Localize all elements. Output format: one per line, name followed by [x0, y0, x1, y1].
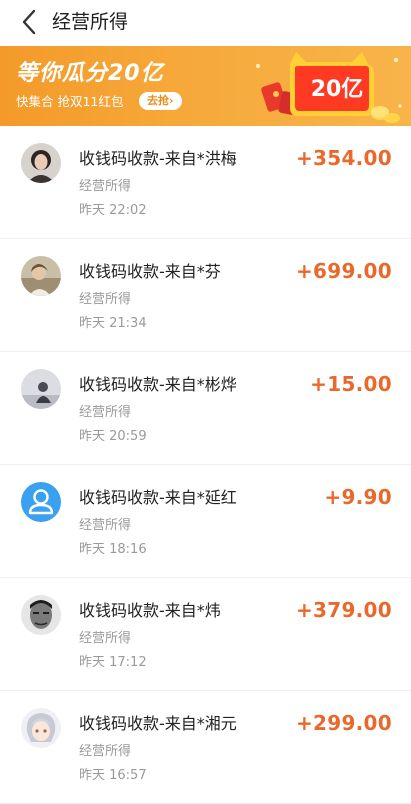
transaction-row[interactable]: 收钱码收款-来自*彬烨 经营所得 昨天 20:59 +15.00: [0, 352, 411, 465]
transaction-amount: +15.00: [310, 372, 392, 396]
transaction-time: 昨天 16:57: [79, 768, 147, 783]
transaction-amount: +9.90: [324, 485, 392, 509]
transaction-category: 经营所得: [79, 518, 132, 533]
banner-badge-text: 20亿: [310, 77, 364, 102]
transaction-amount: +299.00: [295, 711, 392, 735]
transaction-title: 收钱码收款-来自*洪梅: [79, 149, 237, 168]
transaction-amount: +379.00: [295, 598, 392, 622]
back-button[interactable]: [14, 6, 44, 38]
transaction-title: 收钱码收款-来自*延红: [79, 488, 237, 507]
banner-subtitle: 快集合 抢双11红包: [16, 94, 124, 109]
transaction-amount: +354.00: [295, 146, 392, 170]
transaction-time: 昨天 21:34: [79, 316, 147, 331]
transaction-amount: +699.00: [295, 259, 392, 283]
banner-cta-button[interactable]: 去抢›: [139, 92, 182, 110]
transaction-category: 经营所得: [79, 744, 132, 759]
chevron-left-icon: [22, 9, 36, 35]
user-avatar: [21, 369, 61, 409]
promo-banner[interactable]: 等你瓜分20亿 快集合 抢双11红包 去抢› 20亿: [0, 46, 411, 126]
transaction-time: 昨天 20:59: [79, 429, 147, 444]
transaction-row[interactable]: 收钱码收款-来自*湘元 经营所得 昨天 16:57 +299.00: [0, 691, 411, 804]
transaction-category: 经营所得: [79, 405, 132, 420]
default-user-avatar: [21, 482, 61, 522]
transaction-row[interactable]: 收钱码收款-来自*延红 经营所得 昨天 18:16 +9.90: [0, 465, 411, 578]
transaction-row[interactable]: 收钱码收款-来自*炜 经营所得 昨天 17:12 +379.00: [0, 578, 411, 691]
top-nav-bar: 经营所得: [0, 0, 411, 46]
user-avatar: [21, 595, 61, 635]
page-title: 经营所得: [52, 11, 129, 33]
transaction-time: 昨天 17:12: [79, 655, 147, 670]
user-avatar: [21, 143, 61, 183]
transaction-category: 经营所得: [79, 292, 132, 307]
transaction-title: 收钱码收款-来自*芬: [79, 262, 221, 281]
transaction-title: 收钱码收款-来自*炜: [79, 601, 221, 620]
transaction-time: 昨天 18:16: [79, 542, 147, 557]
transaction-category: 经营所得: [79, 179, 132, 194]
transaction-time: 昨天 22:02: [79, 203, 147, 218]
transaction-row[interactable]: 收钱码收款-来自*芬 经营所得 昨天 21:34 +699.00: [0, 239, 411, 352]
transaction-list: 收钱码收款-来自*洪梅 经营所得 昨天 22:02 +354.00 收钱码收款-…: [0, 126, 411, 804]
user-avatar: [21, 256, 61, 296]
transaction-category: 经营所得: [79, 631, 132, 646]
user-avatar: [21, 708, 61, 748]
transaction-title: 收钱码收款-来自*湘元: [79, 714, 237, 733]
banner-title: 等你瓜分20亿: [16, 61, 164, 86]
transaction-row[interactable]: 收钱码收款-来自*洪梅 经营所得 昨天 22:02 +354.00: [0, 126, 411, 239]
transaction-title: 收钱码收款-来自*彬烨: [79, 375, 237, 394]
